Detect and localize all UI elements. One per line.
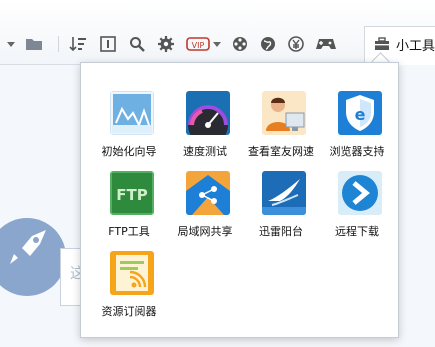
tool-roommate-speed[interactable]: 查看室友网速 xyxy=(243,91,319,169)
remote-download-icon xyxy=(338,171,382,215)
svg-text:e: e xyxy=(355,105,366,124)
tool-browser-support[interactable]: e 浏览器支持 xyxy=(319,91,395,169)
tools-popup: 初始化向导 速度测试 查看室友网速 e 浏览器支持 FTP FTP工具 局域网共… xyxy=(80,62,399,338)
tool-ftp[interactable]: FTP FTP工具 xyxy=(91,171,167,249)
tool-label: 局域网共享 xyxy=(177,225,233,238)
tool-label: 迅雷阳台 xyxy=(259,225,303,238)
tool-speed-test[interactable]: 速度测试 xyxy=(167,91,243,169)
sort-icon[interactable] xyxy=(68,34,88,54)
film-reel-icon[interactable] xyxy=(230,34,250,54)
tool-thunder-balcony[interactable]: 迅雷阳台 xyxy=(243,171,319,249)
tool-label: 初始化向导 xyxy=(101,145,157,158)
tool-label: FTP工具 xyxy=(108,225,150,238)
tool-lan-share[interactable]: 局域网共享 xyxy=(167,171,243,249)
file-number-icon[interactable] xyxy=(98,34,118,54)
tool-label: 查看室友网速 xyxy=(248,145,314,158)
setup-wizard-icon xyxy=(110,91,154,135)
speedometer-icon xyxy=(186,91,230,135)
folder-icon[interactable] xyxy=(24,34,44,54)
tool-rss-subscribe[interactable]: 资源订阅器 xyxy=(91,251,167,329)
svg-text:FTP: FTP xyxy=(116,186,147,204)
tools-label[interactable]: 小工具 xyxy=(396,35,435,54)
tool-label: 远程下载 xyxy=(335,225,379,238)
svg-text:VIP: VIP xyxy=(192,41,205,50)
vip-icon[interactable]: VIP xyxy=(185,34,211,54)
rss-subscribe-icon xyxy=(110,251,154,295)
tool-remote-download[interactable]: 远程下载 xyxy=(319,171,395,249)
gear-icon[interactable] xyxy=(156,34,176,54)
toolbar: VIP 小工具 xyxy=(0,0,435,65)
dropdown-caret-icon[interactable] xyxy=(7,42,15,47)
tool-label: 资源订阅器 xyxy=(101,305,157,318)
search-icon[interactable] xyxy=(127,34,147,54)
ftp-icon: FTP xyxy=(110,171,154,215)
roommate-speed-icon xyxy=(262,91,306,135)
gamepad-icon[interactable] xyxy=(315,34,337,54)
globe-icon[interactable] xyxy=(258,34,278,54)
lan-share-icon xyxy=(186,171,230,215)
thunder-balcony-icon xyxy=(262,171,306,215)
yuan-icon[interactable] xyxy=(286,34,306,54)
tool-setup-wizard[interactable]: 初始化向导 xyxy=(91,91,167,169)
tool-label: 浏览器支持 xyxy=(329,145,385,158)
browser-support-icon: e xyxy=(338,91,382,135)
rocket-illustration xyxy=(0,218,66,296)
tool-label: 速度测试 xyxy=(183,145,227,158)
vip-dropdown-caret-icon[interactable] xyxy=(213,42,221,47)
toolbox-icon[interactable] xyxy=(372,34,392,54)
